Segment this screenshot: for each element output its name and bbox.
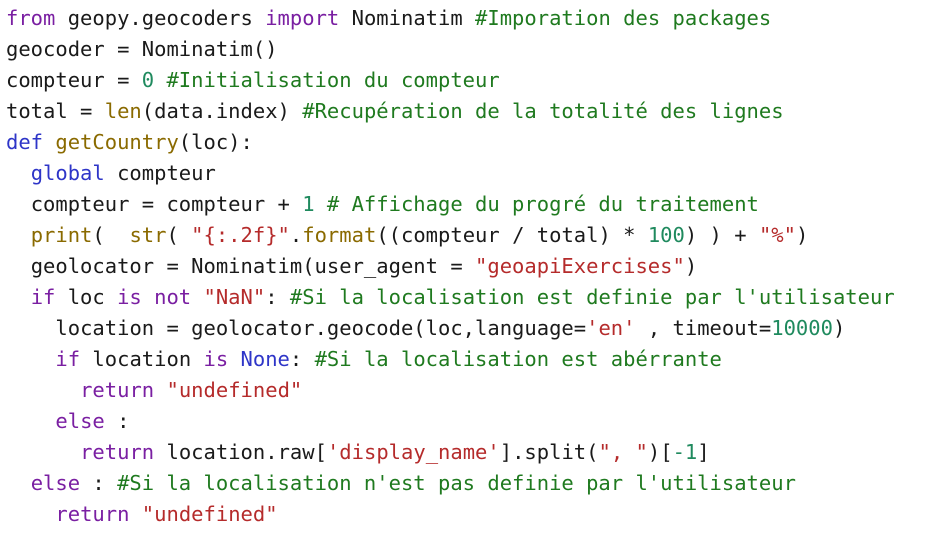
code-line: location = geolocator.geocode(loc,langua… (6, 313, 921, 344)
code-text: ) (684, 254, 698, 278)
keyword: else (55, 409, 105, 433)
code-comment: #Initialisation du compteur (166, 68, 500, 92)
code-text: Nominatim (339, 6, 476, 30)
code-comment: #Recupération de la totalité des lignes (302, 99, 784, 123)
number-literal: -1 (672, 440, 698, 464)
code-text: ) (832, 316, 846, 340)
number-literal: 10000 (771, 316, 833, 340)
code-line: geolocator = Nominatim(user_agent = "geo… (6, 251, 921, 282)
function-name: getCountry (55, 130, 179, 154)
string-literal: "undefined" (141, 502, 278, 526)
keyword: return (55, 502, 130, 526)
number-literal: 1 (302, 192, 315, 216)
code-text: compteur (104, 161, 216, 185)
code-line: return location.raw['display_name'].spli… (6, 437, 921, 468)
code-text: : (104, 409, 130, 433)
string-literal: 'display_name' (326, 440, 500, 464)
code-text: location = geolocator.geocode(loc,langua… (55, 316, 587, 340)
code-text: ( (92, 223, 130, 247)
code-comment: #Si la localisation est definie par l'ut… (289, 285, 895, 309)
keyword: return (80, 378, 155, 402)
code-editor: from geopy.geocoders import Nominatim #I… (6, 3, 921, 533)
keyword: return (80, 440, 155, 464)
code-text: , timeout= (635, 316, 772, 340)
string-literal: "{:.2f}" (191, 223, 290, 247)
keyword: import (265, 6, 340, 30)
code-line: return "undefined" (6, 375, 921, 406)
code-text: geolocator = Nominatim(user_agent = (30, 254, 476, 278)
code-text: location.raw[ (154, 440, 327, 464)
string-literal: "NaN" (203, 285, 266, 309)
code-text: loc (55, 285, 118, 309)
string-literal: "geoapiExercises" (475, 254, 685, 278)
code-text: ( (166, 223, 192, 247)
function-name: format (302, 223, 377, 247)
code-text: ].split( (499, 440, 599, 464)
code-text: . (289, 223, 303, 247)
keyword: global (30, 161, 105, 185)
code-comment: # Affichage du progré du traitement (326, 192, 759, 216)
code-line: from geopy.geocoders import Nominatim #I… (6, 3, 921, 34)
code-text: : (289, 347, 315, 371)
code-comment: #Imporation des packages (475, 6, 772, 30)
keyword: is (203, 347, 229, 371)
code-line: compteur = compteur + 1 # Affichage du p… (6, 189, 921, 220)
keyword: if (55, 347, 81, 371)
code-line: compteur = 0 #Initialisation du compteur (6, 65, 921, 96)
code-text: : (265, 285, 290, 309)
code-text: (loc): (178, 130, 253, 154)
code-text: geopy.geocoders (55, 6, 266, 30)
code-line: global compteur (6, 158, 921, 189)
keyword: else (30, 471, 81, 495)
code-text: geocoder = Nominatim() (6, 37, 278, 61)
code-text: (data.index) (141, 99, 303, 123)
code-text: ) (795, 223, 809, 247)
code-text: ) ) + (684, 223, 759, 247)
keyword: def (6, 130, 44, 154)
code-comment: #Si la localisation est abérrante (314, 347, 722, 371)
code-text: compteur = (6, 68, 142, 92)
keyword: is not (117, 285, 192, 309)
keyword: if (30, 285, 56, 309)
string-literal: "undefined" (166, 378, 303, 402)
keyword: from (6, 6, 56, 30)
function-name: print (30, 223, 93, 247)
string-literal: "%" (758, 223, 796, 247)
function-name: len (104, 99, 142, 123)
code-line: print( str( "{:.2f}".format((compteur / … (6, 220, 921, 251)
code-line: return "undefined" (6, 499, 921, 530)
code-text: )[ (647, 440, 673, 464)
number-literal: 0 (141, 68, 155, 92)
code-line: if location is None: #Si la localisation… (6, 344, 921, 375)
keyword: None (240, 347, 290, 371)
code-line: def getCountry(loc): (6, 127, 921, 158)
code-text: ((compteur / total) * (376, 223, 648, 247)
code-line: else : (6, 406, 921, 437)
code-line: total = len(data.index) #Recupération de… (6, 96, 921, 127)
code-text: total = (6, 99, 105, 123)
code-text: compteur = compteur + (30, 192, 303, 216)
code-line: geocoder = Nominatim() (6, 34, 921, 65)
function-name: str (129, 223, 167, 247)
string-literal: 'en' (586, 316, 636, 340)
number-literal: 100 (647, 223, 685, 247)
code-comment: #Si la localisation n'est pas definie pa… (117, 471, 796, 495)
code-line: if loc is not "NaN": #Si la localisation… (6, 282, 921, 313)
string-literal: ", " (598, 440, 648, 464)
code-text: : (80, 471, 118, 495)
code-text: location (80, 347, 204, 371)
code-line: else : #Si la localisation n'est pas def… (6, 468, 921, 499)
code-text: ] (697, 440, 710, 464)
